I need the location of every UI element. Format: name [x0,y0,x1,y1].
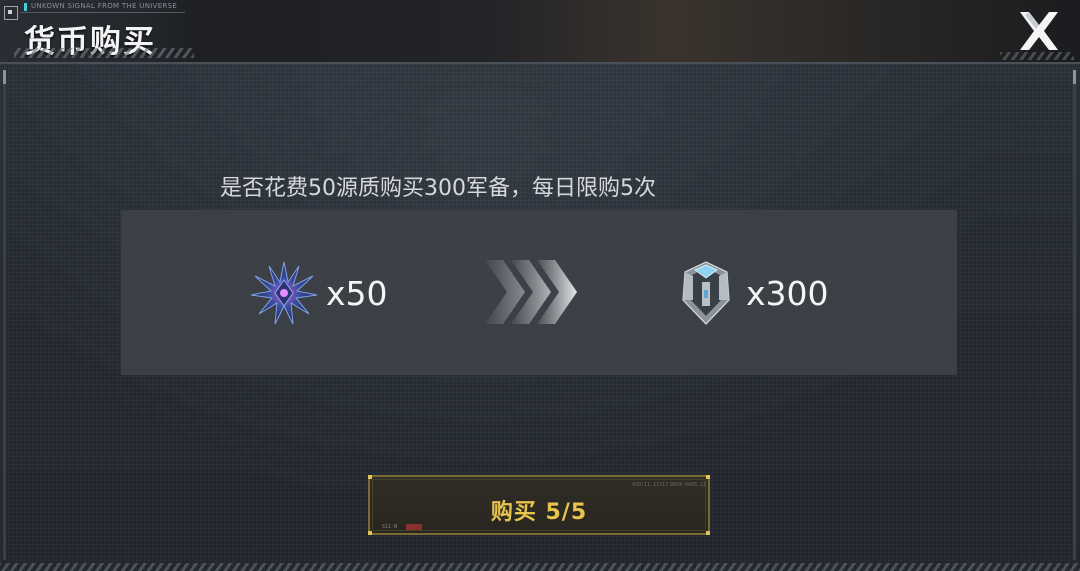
target-quantity: x300 [746,274,829,313]
crystal-icon [249,258,319,328]
signal-indicator-icon [24,3,27,11]
target-corner-icon [4,6,18,20]
buy-button-label: 购买 5/5 [490,500,588,525]
button-code-right: 0894-0495.21 [670,482,707,488]
signal-caption: UNKOWN SIGNAL FROM THE UNIVERSE [31,2,178,10]
header-divider [20,12,185,13]
button-corner [706,475,710,479]
panel-edge-left [3,70,6,560]
currency-purchase-screen: UNKOWN SIGNAL FROM THE UNIVERSE 货币购买 是否花… [0,0,1080,571]
close-icon [1020,12,1058,50]
button-corner [706,531,710,535]
button-corner [368,531,372,535]
close-button[interactable] [1014,8,1064,54]
button-corner [368,475,372,479]
trade-box: x50 x300 [121,210,957,375]
button-tag: S11-N [382,524,398,530]
header-bar: UNKOWN SIGNAL FROM THE UNIVERSE 货币购买 [0,0,1080,62]
buy-button[interactable]: 430/11.11117 0894-0495.21 购买 5/5 S11-N [368,475,710,535]
button-code-left: 430/11.11117 [632,482,669,488]
exchange-arrow-icon [481,254,581,330]
panel-edge-right [1073,70,1076,560]
armament-icon [681,260,731,326]
purchase-prompt: 是否花费50源质购买300军备，每日限购5次 [220,176,656,201]
bottom-hazard-stripes [0,563,1080,571]
title-hazard-stripes [14,48,194,58]
button-tag-marker [406,524,422,530]
source-quantity: x50 [326,274,388,313]
